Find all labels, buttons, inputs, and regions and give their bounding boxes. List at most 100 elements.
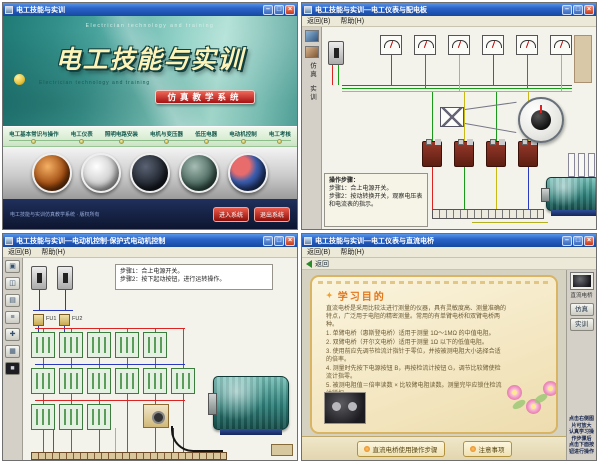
wire bbox=[332, 65, 333, 85]
steps-button[interactable]: 直流电桥使用操作步骤 bbox=[357, 441, 445, 457]
fuse-fu2[interactable] bbox=[59, 314, 70, 326]
contactor[interactable] bbox=[143, 332, 167, 358]
step-1: 步骤1：合上电源开关。 bbox=[329, 185, 423, 193]
maximize-button[interactable]: □ bbox=[573, 236, 583, 246]
minimize-button[interactable]: – bbox=[263, 5, 273, 15]
sim-thumb-icon[interactable] bbox=[305, 30, 319, 42]
menu-item-label: 电工基本常识与操作 bbox=[9, 130, 59, 138]
cam-switch-symbol[interactable] bbox=[440, 107, 464, 127]
tool-grid-button[interactable]: ▦ bbox=[5, 345, 20, 358]
orange-dot-icon bbox=[364, 446, 370, 452]
menu-back[interactable]: 返回(B) bbox=[307, 247, 330, 257]
enter-system-button[interactable]: 进入系统 bbox=[213, 207, 249, 222]
menu-back[interactable]: 返回(B) bbox=[8, 247, 31, 257]
orange-dot-icon bbox=[470, 446, 476, 452]
maximize-button[interactable]: □ bbox=[274, 236, 284, 246]
menu-item-label: 电动机控制 bbox=[229, 130, 257, 138]
splash-footer: 电工技能与实训仿真教学系统 · 版权所有 进入系统 退出系统 bbox=[3, 199, 297, 229]
photo-strip bbox=[3, 147, 297, 199]
thermal-relay[interactable] bbox=[143, 404, 169, 428]
tool-power-button[interactable]: ▣ bbox=[5, 260, 20, 273]
close-button[interactable]: × bbox=[285, 5, 295, 15]
contactor[interactable] bbox=[115, 368, 139, 394]
contactor[interactable] bbox=[115, 332, 139, 358]
sim-mode-label[interactable]: 仿真 bbox=[307, 62, 317, 79]
contactor[interactable] bbox=[87, 404, 111, 430]
tool-dark-button[interactable]: ■ bbox=[5, 362, 20, 375]
tool-add-button[interactable]: ✚ bbox=[5, 328, 20, 341]
instrument-photo bbox=[324, 392, 366, 424]
bridge-thumbnail[interactable] bbox=[571, 273, 593, 289]
menu-item-assessment[interactable]: 电工考核 bbox=[269, 130, 291, 144]
menu-item-lv-apparatus[interactable]: 低压电器 bbox=[195, 130, 217, 144]
contactor[interactable] bbox=[171, 368, 195, 394]
sim-mode-button[interactable]: 仿真 bbox=[570, 303, 594, 316]
train-mode-label[interactable]: 实训 bbox=[307, 85, 317, 102]
tool-meter-button[interactable]: ◫ bbox=[5, 277, 20, 290]
hint-note: 点击右侧图片可放大 认真学习操作步骤后 点击下面按钮进行操作 bbox=[568, 414, 595, 457]
menu-dot-icon bbox=[277, 139, 282, 144]
menu-back[interactable]: 返回(B) bbox=[307, 16, 330, 26]
photo-component bbox=[130, 153, 170, 193]
maximize-button[interactable]: □ bbox=[274, 5, 284, 15]
circuit-breaker[interactable] bbox=[328, 41, 344, 65]
circuit-breaker-qf1[interactable] bbox=[31, 266, 47, 290]
fuse-fu1[interactable] bbox=[33, 314, 44, 326]
minimize-button[interactable]: – bbox=[562, 5, 572, 15]
app-icon bbox=[304, 237, 312, 245]
contactor[interactable] bbox=[59, 368, 83, 394]
tool-wire-button[interactable]: ≡ bbox=[5, 311, 20, 324]
contactor[interactable] bbox=[31, 332, 55, 358]
notes-button[interactable]: 注意事项 bbox=[463, 441, 512, 457]
close-button[interactable]: × bbox=[584, 236, 594, 246]
menu-item-label: 低压电器 bbox=[195, 130, 217, 138]
titlebar[interactable]: 电工技能与实训 – □ × bbox=[3, 3, 297, 16]
minimize-button[interactable]: – bbox=[263, 236, 273, 246]
subtitle-banner: 仿真教学系统 bbox=[155, 90, 255, 104]
menu-item-lighting[interactable]: 照明电路安装 bbox=[105, 130, 138, 144]
menu-bar: 返回(B) 帮助(H) bbox=[302, 16, 596, 27]
contactor[interactable] bbox=[87, 332, 111, 358]
titlebar[interactable]: 电工技能与实训—电工仪表与直流电桥 – □ × bbox=[302, 234, 596, 247]
train-thumb-icon[interactable] bbox=[305, 46, 319, 58]
contactor[interactable] bbox=[59, 332, 83, 358]
contactor[interactable] bbox=[31, 404, 55, 430]
back-button[interactable]: 返回 bbox=[315, 259, 329, 269]
leaf-decoration bbox=[533, 392, 549, 405]
relay-strip bbox=[588, 153, 595, 177]
module-menu: 电工基本常识与操作 电工仪表 照明电路安装 电机与变压器 低压电器 电动机控制 … bbox=[3, 126, 297, 147]
tool-component-button[interactable]: ▤ bbox=[5, 294, 20, 307]
menu-item-meters[interactable]: 电工仪表 bbox=[71, 130, 93, 144]
menu-item-motors-transformers[interactable]: 电机与变压器 bbox=[150, 130, 183, 144]
menu-item-label: 电工考核 bbox=[269, 130, 291, 138]
menu-help[interactable]: 帮助(H) bbox=[340, 247, 364, 257]
operation-steps: 步骤1：合上电源开关。 步骤2：按下起动按钮，进行运转操作。 bbox=[115, 264, 273, 290]
wire bbox=[65, 290, 66, 310]
window-buttons: – □ × bbox=[263, 236, 295, 246]
wire bbox=[432, 92, 433, 141]
menu-help[interactable]: 帮助(H) bbox=[340, 16, 364, 26]
train-mode-button[interactable]: 实训 bbox=[570, 318, 594, 331]
menu-dot-icon bbox=[119, 139, 124, 144]
titlebar[interactable]: 电工技能与实训—电工仪表与配电板 – □ × bbox=[302, 3, 596, 16]
app-icon bbox=[304, 6, 312, 14]
contactor[interactable] bbox=[59, 404, 83, 430]
contactor[interactable] bbox=[31, 368, 55, 394]
menu-item-basics[interactable]: 电工基本常识与操作 bbox=[9, 130, 59, 144]
menu-item-motor-control[interactable]: 电动机控制 bbox=[229, 130, 257, 144]
wire bbox=[115, 428, 116, 452]
wire bbox=[35, 328, 185, 329]
titlebar[interactable]: 电工技能与实训—电动机控制·保护式电动机控制 – □ × bbox=[3, 234, 297, 247]
current-transformer bbox=[454, 141, 474, 167]
exit-system-button[interactable]: 退出系统 bbox=[254, 207, 290, 222]
maximize-button[interactable]: □ bbox=[573, 5, 583, 15]
bottom-button-bar: 直流电桥使用操作步骤 注意事项 bbox=[302, 436, 566, 460]
circuit-breaker-qf2[interactable] bbox=[57, 266, 73, 290]
menu-help[interactable]: 帮助(H) bbox=[41, 247, 65, 257]
contactor[interactable] bbox=[143, 368, 167, 394]
contactor[interactable] bbox=[87, 368, 111, 394]
wire bbox=[527, 55, 528, 88]
close-button[interactable]: × bbox=[285, 236, 295, 246]
close-button[interactable]: × bbox=[584, 5, 594, 15]
minimize-button[interactable]: – bbox=[562, 236, 572, 246]
